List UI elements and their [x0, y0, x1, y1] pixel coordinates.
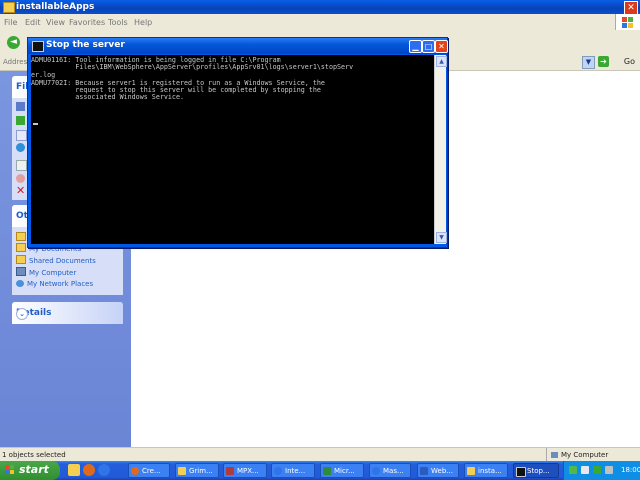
- console-window[interactable]: Stop the server ▁ □ ✕ ADMU0116I: Tool in…: [27, 37, 448, 248]
- windows-logo-icon: [615, 14, 640, 30]
- folder-icon: [178, 467, 186, 475]
- back-arrow-icon[interactable]: ◄: [7, 36, 20, 49]
- taskbar-item[interactable]: insta...: [464, 463, 508, 478]
- system-tray: 18:00PM: [563, 461, 640, 480]
- close-icon[interactable]: ✕: [624, 1, 638, 15]
- windows-flag-icon: [5, 465, 15, 475]
- email-icon[interactable]: [16, 160, 27, 171]
- clock[interactable]: 18:00PM: [621, 466, 640, 474]
- console-line: Files\IBM\WebSphere\AppServer\profiles\A…: [31, 63, 354, 71]
- text-cursor: [33, 123, 38, 125]
- explorer-title-bar[interactable]: installableApps ✕: [0, 0, 640, 15]
- place-shared-documents[interactable]: Shared Documents: [16, 255, 96, 265]
- scroll-down-icon[interactable]: ▼: [436, 232, 447, 243]
- ie-icon: [372, 467, 380, 475]
- taskbar-item[interactable]: Inte...: [271, 463, 315, 478]
- copy-icon[interactable]: [16, 130, 27, 141]
- excel-icon: [323, 467, 331, 475]
- quicklaunch-ie-icon[interactable]: [98, 464, 110, 476]
- taskbar-item[interactable]: MPX...: [223, 463, 267, 478]
- console-line: associated Windows Service.: [31, 93, 184, 101]
- tray-icon[interactable]: [593, 466, 601, 474]
- console-title-bar[interactable]: Stop the server ▁ □ ✕: [28, 38, 448, 54]
- place-my-computer[interactable]: My Computer: [16, 267, 76, 277]
- console-output[interactable]: ADMU0116I: Tool information is being log…: [31, 55, 434, 244]
- menu-favorites[interactable]: Favorites: [69, 18, 105, 27]
- taskbar-item[interactable]: Micr...: [320, 463, 364, 478]
- folder-icon: [467, 467, 475, 475]
- console-icon: [516, 467, 526, 477]
- taskbar-item[interactable]: Cre...: [128, 463, 170, 478]
- chevron-down-icon[interactable]: ⌄: [16, 308, 28, 320]
- place-my-network-places[interactable]: My Network Places: [16, 280, 93, 288]
- menu-help[interactable]: Help: [134, 18, 152, 27]
- menu-tools[interactable]: Tools: [108, 18, 128, 27]
- app-icon: [226, 467, 234, 475]
- start-button[interactable]: start: [0, 461, 60, 480]
- maximize-button[interactable]: □: [422, 40, 435, 53]
- taskbar-item[interactable]: Web...: [417, 463, 459, 478]
- close-button[interactable]: ✕: [435, 40, 448, 53]
- go-button[interactable]: Go: [624, 57, 635, 66]
- menu-bar: File Edit View Favorites Tools Help: [0, 14, 640, 30]
- taskbar-item-active[interactable]: Stop...: [513, 463, 559, 478]
- computer-icon: [551, 452, 558, 458]
- console-title: Stop the server: [46, 40, 125, 50]
- move-icon[interactable]: [16, 116, 25, 125]
- publish-icon[interactable]: [16, 143, 25, 152]
- ie-icon: [274, 467, 282, 475]
- taskbar-item[interactable]: Mas...: [369, 463, 411, 478]
- address-dropdown-icon[interactable]: ▼: [582, 56, 595, 69]
- print-icon[interactable]: [16, 174, 25, 183]
- go-arrow-icon[interactable]: ➔: [598, 56, 609, 67]
- menu-edit[interactable]: Edit: [25, 18, 41, 27]
- menu-file[interactable]: File: [4, 18, 17, 27]
- console-icon: [32, 41, 44, 52]
- delete-icon[interactable]: ✕: [16, 185, 25, 196]
- folder-icon: [3, 2, 15, 13]
- start-label: start: [19, 463, 49, 476]
- quicklaunch-folder-icon[interactable]: [68, 464, 80, 476]
- taskbar-item[interactable]: Grim...: [175, 463, 219, 478]
- details-panel: Details ⌄: [12, 302, 123, 324]
- minimize-button[interactable]: ▁: [409, 40, 422, 53]
- status-zone: My Computer: [546, 448, 608, 462]
- tray-network-icon[interactable]: [569, 466, 577, 474]
- quicklaunch-firefox-icon[interactable]: [83, 464, 95, 476]
- vertical-scrollbar[interactable]: ▲ ▼: [434, 55, 447, 244]
- details-header[interactable]: Details ⌄: [12, 302, 123, 324]
- rename-icon[interactable]: [16, 102, 25, 111]
- console-line: er.log: [31, 71, 56, 79]
- menu-view[interactable]: View: [46, 18, 65, 27]
- firefox-icon: [131, 467, 139, 475]
- explorer-title: installableApps: [16, 2, 95, 12]
- status-selection: 1 objects selected: [2, 451, 66, 459]
- scroll-up-icon[interactable]: ▲: [436, 56, 447, 67]
- taskbar: start Cre... Grim... MPX... Inte... Micr…: [0, 461, 640, 480]
- word-icon: [420, 467, 428, 475]
- tray-icon[interactable]: [605, 466, 613, 474]
- status-bar: 1 objects selected My Computer: [0, 447, 640, 462]
- tray-icon[interactable]: [581, 466, 589, 474]
